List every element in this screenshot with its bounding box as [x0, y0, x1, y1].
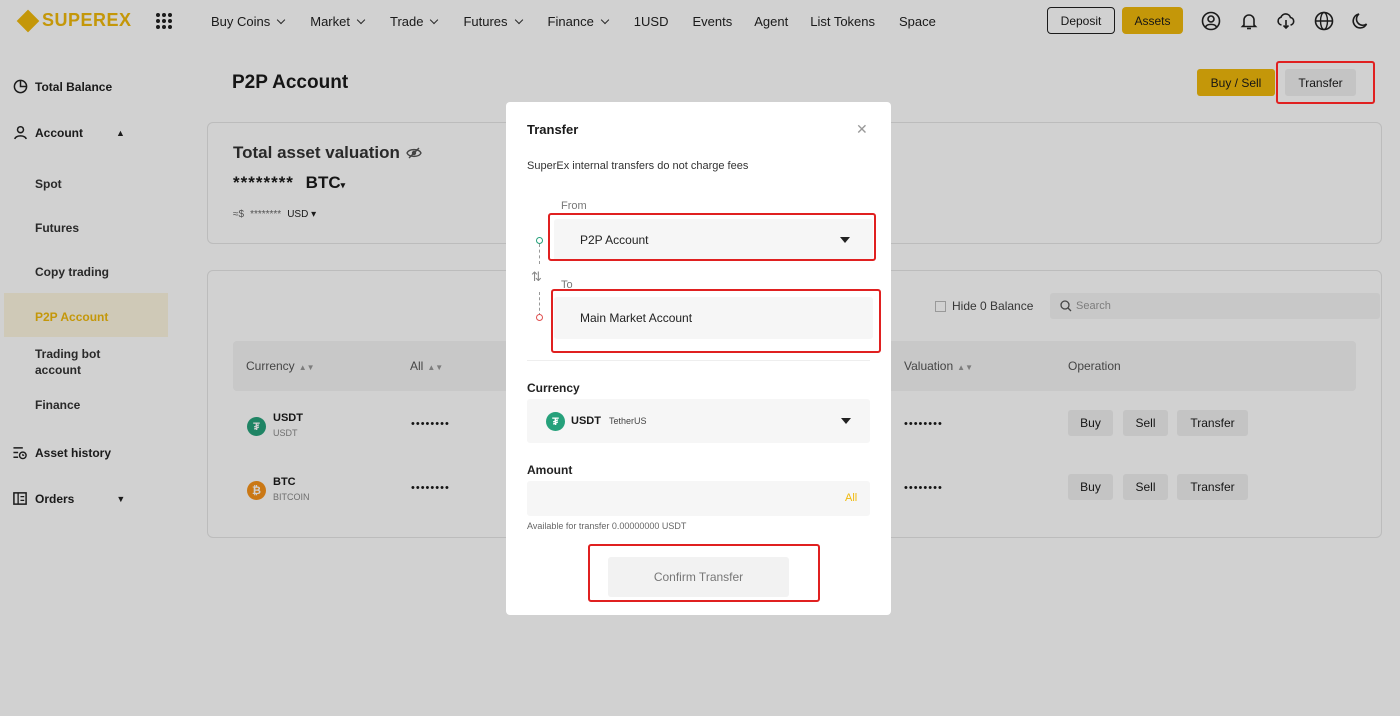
- currency-name: TetherUS: [609, 416, 647, 426]
- amount-all-button[interactable]: All: [845, 492, 857, 504]
- currency-symbol: USDT: [571, 415, 601, 427]
- usdt-coin-icon: ₮: [546, 412, 565, 431]
- route-line: [539, 244, 540, 264]
- available-balance-text: Available for transfer 0.00000000 USDT: [527, 521, 687, 531]
- currency-heading: Currency: [527, 381, 580, 395]
- close-icon[interactable]: ✕: [856, 121, 868, 138]
- route-line: [539, 292, 540, 316]
- to-node-dot: [536, 314, 543, 321]
- from-node-dot: [536, 237, 543, 244]
- divider: [527, 360, 870, 361]
- caret-down-icon: [841, 418, 851, 424]
- transfer-dialog: Transfer ✕ SuperEx internal transfers do…: [506, 102, 891, 615]
- dialog-title: Transfer: [527, 122, 579, 137]
- from-account-select[interactable]: P2P Account: [554, 219, 873, 261]
- currency-select[interactable]: ₮ USDT TetherUS: [527, 399, 870, 443]
- confirm-transfer-button[interactable]: Confirm Transfer: [608, 557, 789, 597]
- caret-down-icon: [840, 237, 850, 243]
- to-label: To: [561, 279, 573, 291]
- amount-input[interactable]: All: [527, 481, 870, 516]
- swap-direction-icon[interactable]: ⇅: [531, 269, 542, 285]
- to-account-select[interactable]: Main Market Account: [554, 297, 873, 339]
- from-label: From: [561, 200, 587, 212]
- fee-note: SuperEx internal transfers do not charge…: [527, 160, 749, 172]
- amount-heading: Amount: [527, 463, 573, 477]
